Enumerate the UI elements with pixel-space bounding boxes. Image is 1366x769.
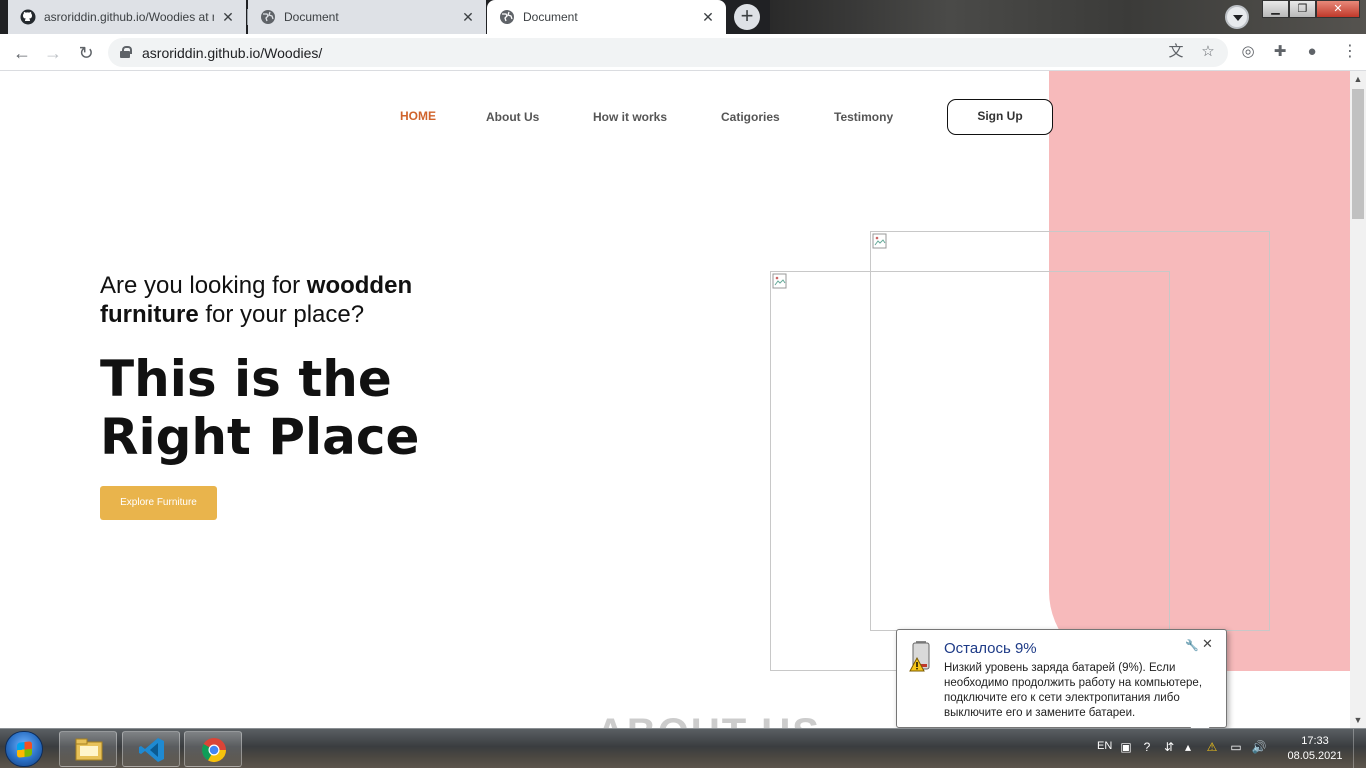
- scroll-up-arrow-icon[interactable]: ▲: [1350, 71, 1366, 87]
- language-indicator[interactable]: EN: [1097, 740, 1112, 752]
- notification-title: Осталось 9%: [944, 640, 1037, 657]
- taskbar-file-explorer[interactable]: [59, 731, 117, 767]
- broken-image-icon: [772, 273, 787, 289]
- tab-search-icon[interactable]: [1225, 5, 1249, 29]
- scroll-down-arrow-icon[interactable]: ▼: [1350, 712, 1366, 728]
- show-desktop-button[interactable]: [1353, 729, 1366, 769]
- nav-categories[interactable]: Catigories: [721, 110, 780, 124]
- close-tab-icon[interactable]: ✕: [700, 9, 716, 25]
- hero-title-line: Right Place: [100, 408, 420, 466]
- hero-title: This is the Right Place: [100, 350, 520, 466]
- close-tab-icon[interactable]: ✕: [220, 9, 236, 25]
- globe-icon: [261, 10, 275, 24]
- battery-low-notification[interactable]: Осталось 9% Низкий уровень заряда батаре…: [896, 629, 1227, 728]
- hero-subtitle: Are you looking for woodden furniture fo…: [100, 271, 460, 329]
- browser-tab-strip: asroriddin.github.io/Woodies at m ✕ Docu…: [0, 0, 1366, 34]
- tab-title: Document: [284, 10, 339, 24]
- clock-time: 17:33: [1301, 735, 1329, 747]
- tab-document-active[interactable]: Document ✕: [487, 0, 726, 34]
- maximize-button[interactable]: ❐: [1289, 0, 1316, 18]
- minimize-button[interactable]: ▁: [1262, 0, 1289, 18]
- tab-github[interactable]: asroriddin.github.io/Woodies at m ✕: [8, 0, 246, 34]
- hero-image-front: [870, 231, 1270, 631]
- hero-title-line: This is the: [100, 350, 392, 408]
- windows-taskbar: EN ▣ ? ⇵ ▴ ⚠ ▭ 🔊 17:33 08.05.2021: [0, 728, 1366, 769]
- help-tray-icon[interactable]: ?: [1139, 739, 1155, 755]
- tab-document-1[interactable]: Document ✕: [248, 0, 486, 34]
- taskbar-chrome[interactable]: [184, 731, 242, 767]
- tab-title: Document: [523, 10, 578, 24]
- new-tab-button[interactable]: +: [734, 4, 760, 30]
- page-scrollbar[interactable]: ▲ ▼: [1350, 71, 1366, 728]
- translate-icon[interactable]: 文: [1166, 42, 1186, 62]
- tab-title: asroriddin.github.io/Woodies at m: [44, 10, 214, 24]
- battery-warning-icon: [909, 641, 930, 672]
- back-arrow-icon[interactable]: ←: [9, 40, 35, 66]
- explore-furniture-button[interactable]: Explore Furniture: [100, 486, 217, 520]
- hero-subtitle-part: Are you looking for: [100, 272, 307, 299]
- notification-options-icon[interactable]: 🔧: [1185, 639, 1199, 652]
- site-navigation: HOME About Us How it works Catigories Te…: [0, 71, 1350, 161]
- chrome-icon: [201, 738, 226, 763]
- browser-toolbar: ← → ↻ asroriddin.github.io/Woodies/ 文 ☆ …: [0, 34, 1366, 71]
- extension-compass-icon[interactable]: ◎: [1236, 40, 1260, 64]
- sync-tray-icon[interactable]: ⇵: [1161, 739, 1177, 755]
- close-tab-icon[interactable]: ✕: [460, 9, 476, 25]
- globe-icon: [500, 10, 514, 24]
- taskbar-vscode[interactable]: [122, 731, 180, 767]
- address-bar[interactable]: asroriddin.github.io/Woodies/ 文 ☆: [108, 38, 1228, 67]
- battery-warning-tray-icon[interactable]: ⚠: [1204, 739, 1220, 755]
- nav-how-it-works[interactable]: How it works: [593, 110, 667, 124]
- extensions-puzzle-icon[interactable]: ✚: [1268, 40, 1292, 64]
- chrome-menu-icon[interactable]: ⋮: [1338, 40, 1362, 64]
- url-text[interactable]: asroriddin.github.io/Woodies/: [142, 45, 322, 61]
- vscode-icon: [139, 738, 164, 762]
- clock-date: 08.05.2021: [1287, 750, 1343, 762]
- lock-icon[interactable]: [120, 46, 132, 58]
- start-button[interactable]: [5, 731, 43, 767]
- scrollbar-thumb[interactable]: [1352, 89, 1364, 219]
- hero-subtitle-part: for your place?: [198, 301, 365, 328]
- nav-about-us[interactable]: About Us: [486, 110, 539, 124]
- window-controls: ▁ ❐ ✕: [1262, 0, 1360, 20]
- about-us-heading: ABOUT US: [596, 711, 821, 728]
- forward-arrow-icon[interactable]: →: [40, 40, 66, 66]
- file-explorer-icon: [75, 738, 103, 761]
- bookmark-star-icon[interactable]: ☆: [1198, 42, 1218, 62]
- nav-home[interactable]: HOME: [400, 109, 436, 123]
- github-icon: [20, 9, 36, 25]
- notification-body: Низкий уровень заряда батарей (9%). Если…: [944, 662, 1203, 719]
- network-tray-icon[interactable]: ▭: [1228, 739, 1244, 755]
- profile-avatar[interactable]: ●: [1300, 40, 1324, 64]
- broken-image-icon: [872, 233, 887, 249]
- show-hidden-icons-icon[interactable]: ▴: [1180, 739, 1196, 755]
- nav-testimony[interactable]: Testimony: [834, 110, 893, 124]
- system-clock[interactable]: 17:33 08.05.2021: [1285, 734, 1345, 764]
- hero-subtitle-bold: woodden: [306, 272, 413, 299]
- notification-close-icon[interactable]: ✕: [1202, 636, 1213, 652]
- close-window-button[interactable]: ✕: [1316, 0, 1360, 18]
- reload-icon[interactable]: ↻: [73, 40, 99, 66]
- hero-subtitle-bold: furniture: [100, 301, 199, 328]
- pdf-tray-icon[interactable]: ▣: [1118, 739, 1134, 755]
- volume-tray-icon[interactable]: 🔊: [1251, 739, 1267, 755]
- sign-up-button[interactable]: Sign Up: [947, 99, 1053, 135]
